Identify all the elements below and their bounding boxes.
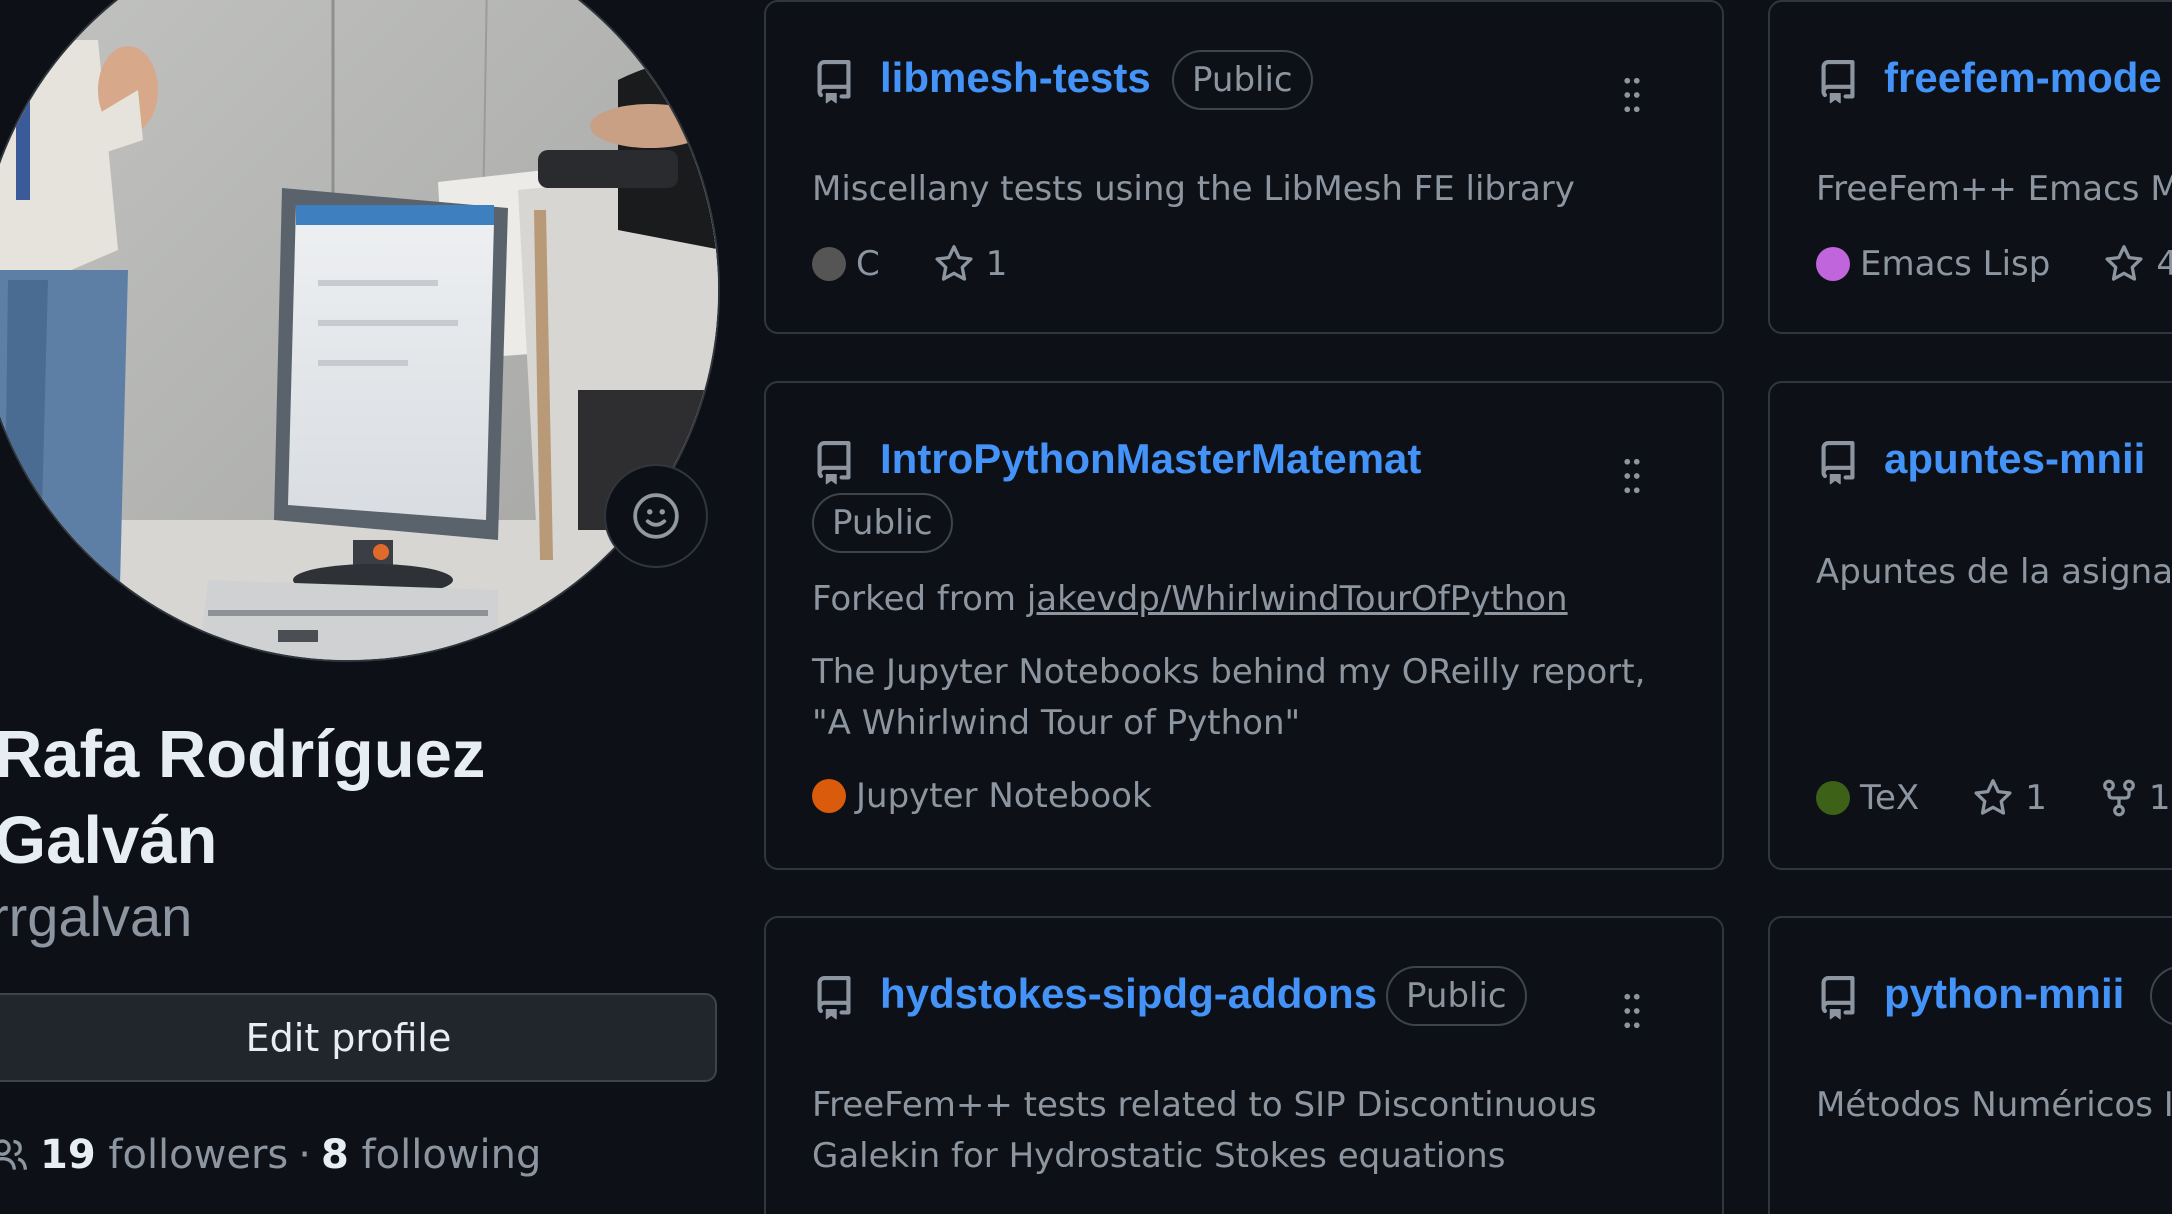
people-icon [0,1139,28,1170]
pinned-repo-card: freefem-mode FreeFem++ Emacs Mode Emacs … [1768,0,2172,334]
repo-language: TeX [1816,778,1919,818]
repo-meta: TeX 1 1 [1816,776,2172,820]
repo-icon [1821,60,1855,104]
followers-link[interactable]: 19 followers [40,1132,288,1178]
set-status-button[interactable] [604,464,708,568]
profile-page: Rafa Rodríguez Galván rrgalvan Edit prof… [0,0,2172,1214]
repo-language: Emacs Lisp [1816,244,2050,284]
repo-icon [817,976,851,1020]
repo-name-link[interactable]: freefem-mode [1884,54,2162,102]
following-count: 8 [320,1132,349,1178]
repo-language: Jupyter Notebook [812,776,1152,816]
pinned-repo-card: libmesh-tests Public Miscellany tests us… [764,0,1724,334]
follow-separator: · [298,1132,311,1178]
repo-meta: Emacs Lisp 4 [1816,242,2172,286]
visibility-badge: Public [812,493,953,553]
language-color-dot [1816,247,1850,281]
language-name: TeX [1860,778,1920,818]
star-count: 1 [985,244,1008,284]
star-count: 1 [2025,778,2047,818]
repo-description: Métodos Numéricos II [1816,1085,2172,1125]
repo-language: C [812,244,880,284]
forks-link[interactable]: 1 [2099,776,2171,820]
edit-profile-button[interactable]: Edit profile [0,993,717,1082]
repo-description: Miscellany tests using the LibMesh FE li… [812,169,1575,209]
repo-icon [1821,441,1855,485]
profile-full-name: Rafa Rodríguez Galván [0,717,486,878]
forked-from: Forked from jakevdp/WhirlwindTourOfPytho… [812,579,1568,619]
language-color-dot [1816,781,1850,815]
language-color-dot [812,247,846,281]
smiley-icon [633,493,679,539]
follow-stats: 19 followers · 8 following [0,1132,541,1178]
drag-handle-icon[interactable] [1620,992,1644,1030]
repo-description: The Jupyter Notebooks behind my OReilly … [812,652,1646,743]
repo-icon [1821,976,1855,1020]
followers-count: 19 [40,1132,96,1178]
repo-icon [817,60,851,104]
visibility-badge: Public [1386,966,1527,1026]
drag-handle-icon[interactable] [1620,457,1644,495]
stargazers-link[interactable]: 1 [932,242,1008,286]
repo-name-link[interactable]: libmesh-tests [880,54,1151,102]
language-color-dot [812,779,846,813]
language-name: Jupyter Notebook [856,776,1152,816]
visibility-badge: Public [2150,966,2172,1026]
avatar-photo [0,0,718,660]
visibility-badge: Public [1172,50,1313,110]
profile-username: rrgalvan [0,885,193,948]
pinned-repo-card: python-mnii Public Métodos Numéricos II [1768,916,2172,1214]
following-label: following [361,1132,542,1178]
avatar[interactable] [0,0,720,662]
repo-name-link[interactable]: hydstokes-sipdg-addons [880,970,1377,1018]
star-count: 4 [2156,244,2172,284]
pinned-repo-card: hydstokes-sipdg-addons Public FreeFem++ … [764,916,1724,1214]
repo-description: Apuntes de la asignatura [1816,552,2172,592]
repo-description: FreeFem++ tests related to SIP Discontin… [812,1085,1597,1176]
repo-meta: C 1 [812,242,1059,286]
stargazers-link[interactable]: 4 [2102,242,2172,286]
followers-label: followers [108,1132,289,1178]
following-link[interactable]: 8 following [321,1132,541,1178]
repo-icon [817,441,851,485]
fork-count: 1 [2148,778,2171,818]
language-name: C [856,244,880,284]
star-icon [1974,779,2012,815]
language-name: Emacs Lisp [1860,244,2051,284]
star-icon [935,245,973,281]
pinned-repo-card: apuntes-mnii Apuntes de la asignatura Te… [1768,381,2172,870]
fork-icon [2102,779,2135,817]
forked-prefix: Forked from [812,579,1017,619]
repo-name-link[interactable]: apuntes-mnii [1884,435,2145,483]
star-icon [2105,245,2143,281]
repo-meta: Jupyter Notebook [812,776,1204,816]
forked-source-link[interactable]: jakevdp/WhirlwindTourOfPython [1027,579,1568,619]
stargazers-link[interactable]: 1 [1971,776,2047,820]
drag-handle-icon[interactable] [1620,76,1644,114]
avatar-container [0,0,720,662]
repo-name-link[interactable]: IntroPythonMasterMatemat [880,435,1421,483]
repo-description: FreeFem++ Emacs Mode [1816,169,2172,209]
pinned-repo-card: IntroPythonMasterMatemat Public Forked f… [764,381,1724,870]
repo-name-link[interactable]: python-mnii [1884,970,2124,1018]
